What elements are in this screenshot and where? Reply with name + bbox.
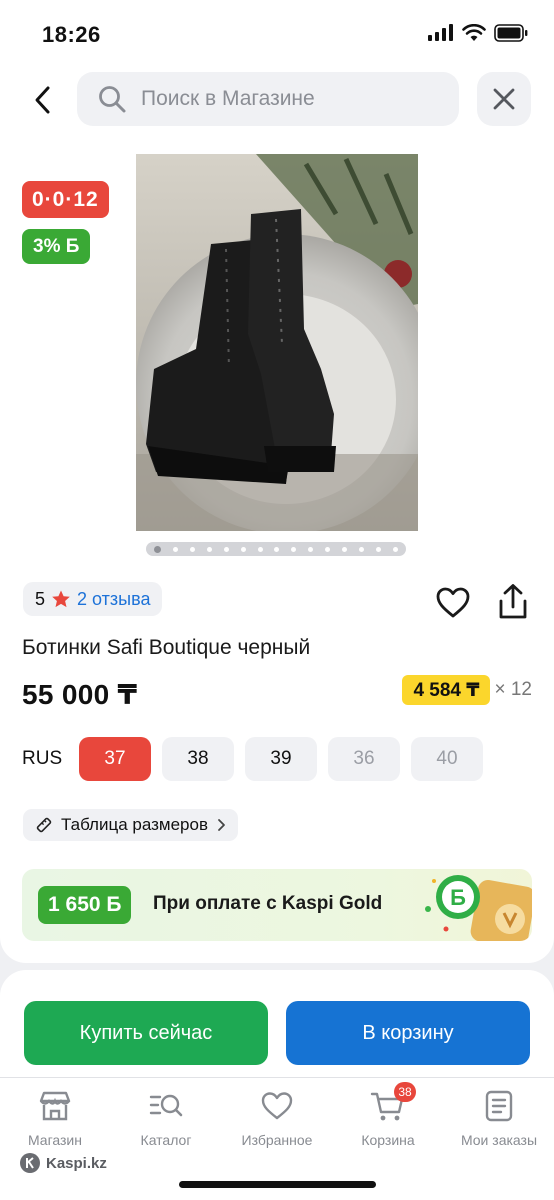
rating-score: 5 <box>35 588 46 609</box>
gallery-dot <box>325 546 331 552</box>
battery-icon <box>494 24 528 42</box>
cart-icon-wrap: 38 <box>370 1082 416 1124</box>
product-title: Ботинки Safi Boutique черный <box>22 636 311 659</box>
size-option[interactable]: 38 <box>162 737 234 781</box>
size-table-label: Таблица размеров <box>61 815 208 834</box>
size-system-label: RUS <box>22 748 63 769</box>
search-placeholder: Поиск в Магазине <box>141 87 315 110</box>
reviews-link[interactable]: 2 отзыва <box>77 589 150 610</box>
gallery-dot <box>240 546 246 552</box>
size-option[interactable]: 36 <box>328 737 400 781</box>
rating-chip[interactable]: 5 2 отзыва <box>23 582 163 616</box>
product-page: 18:26 Поиск в Магазине 0·0·12 3% Б 5 2 о… <box>0 0 554 1200</box>
product-price: 55 000 ₸ <box>22 679 138 710</box>
size-selector: RUS 37 38 39 36 40 <box>22 737 494 781</box>
close-icon <box>493 88 515 110</box>
tab-label: Мои заказы <box>460 1132 538 1148</box>
store-icon <box>39 1091 71 1121</box>
kaspi-gold-banner[interactable]: 1 650 Б При оплате с Kaspi Gold Б <box>22 869 532 941</box>
heart-icon <box>261 1092 293 1120</box>
gallery-dot <box>172 546 178 552</box>
buy-now-button[interactable]: Купить сейчас <box>24 1001 268 1065</box>
tab-label: Магазин <box>27 1132 82 1148</box>
star-icon <box>52 590 70 608</box>
gallery-dot <box>154 545 161 553</box>
gallery-dot <box>359 546 365 552</box>
size-table-button[interactable]: Таблица размеров <box>23 809 238 841</box>
search-input[interactable]: Поиск в Магазине <box>77 72 459 126</box>
size-option[interactable]: 39 <box>245 737 317 781</box>
gallery-dot <box>274 546 280 552</box>
gallery-dot <box>189 546 195 552</box>
bonus-badge: 3% Б <box>22 229 91 264</box>
gallery-dot <box>308 546 314 552</box>
tab-label: Каталог <box>140 1132 192 1148</box>
back-button[interactable] <box>22 78 62 122</box>
close-button[interactable] <box>477 72 531 126</box>
gallery-pagination <box>146 542 406 556</box>
search-icon <box>99 86 126 113</box>
installment-price: 4 584 ₸ <box>402 675 491 705</box>
kaspi-watermark: Kaspi.kz <box>20 1153 107 1173</box>
installment-info[interactable]: 4 584 ₸ × 12 <box>402 675 532 705</box>
status-bar: 18:26 <box>0 0 554 66</box>
product-photo[interactable] <box>136 154 418 531</box>
share-icon[interactable] <box>495 583 531 621</box>
status-time: 18:26 <box>42 22 101 47</box>
chevron-left-icon <box>35 86 50 114</box>
top-bar: Поиск в Магазине <box>0 72 554 128</box>
kaspi-gold-card-icon: Б <box>425 875 532 941</box>
tab-catalog[interactable]: Каталог <box>111 1088 221 1148</box>
size-option[interactable]: 37 <box>79 737 151 781</box>
tab-favorites[interactable]: Избранное <box>222 1088 332 1148</box>
watermark-text: Kaspi.kz <box>46 1154 107 1172</box>
svg-text:Б: Б <box>450 885 466 910</box>
tab-label: Корзина <box>361 1132 415 1148</box>
gallery-dot <box>223 546 229 552</box>
home-indicator <box>179 1181 376 1188</box>
gallery-dot <box>206 546 212 552</box>
cart-count-badge: 38 <box>394 1082 416 1102</box>
gallery-dot <box>392 546 398 552</box>
status-icons <box>428 24 528 42</box>
gallery-dot <box>291 546 297 552</box>
kaspi-logo-icon <box>20 1153 40 1173</box>
tab-orders[interactable]: Мои заказы <box>444 1088 554 1148</box>
boots-image <box>136 154 418 531</box>
gallery-dot <box>342 546 348 552</box>
wifi-icon <box>462 24 486 41</box>
catalog-search-icon <box>149 1094 183 1117</box>
chevron-right-icon <box>218 819 225 831</box>
ruler-icon <box>36 817 52 833</box>
kaspi-gold-bonus: 1 650 Б <box>38 886 132 924</box>
kaspi-gold-text: При оплате с Kaspi Gold <box>153 893 383 914</box>
add-to-cart-button[interactable]: В корзину <box>286 1001 530 1065</box>
gallery-dot <box>375 546 381 552</box>
installment-multiplier: × 12 <box>494 679 532 700</box>
tab-store[interactable]: Магазин <box>0 1088 110 1148</box>
favorite-heart-icon[interactable] <box>435 585 471 621</box>
gallery-dot <box>257 546 263 552</box>
tab-label: Избранное <box>241 1132 313 1148</box>
signal-icon <box>428 24 453 41</box>
orders-icon <box>485 1090 513 1122</box>
size-option[interactable]: 40 <box>411 737 483 781</box>
tab-cart[interactable]: 38 Корзина <box>333 1082 443 1148</box>
installment-badge: 0·0·12 <box>22 181 109 218</box>
